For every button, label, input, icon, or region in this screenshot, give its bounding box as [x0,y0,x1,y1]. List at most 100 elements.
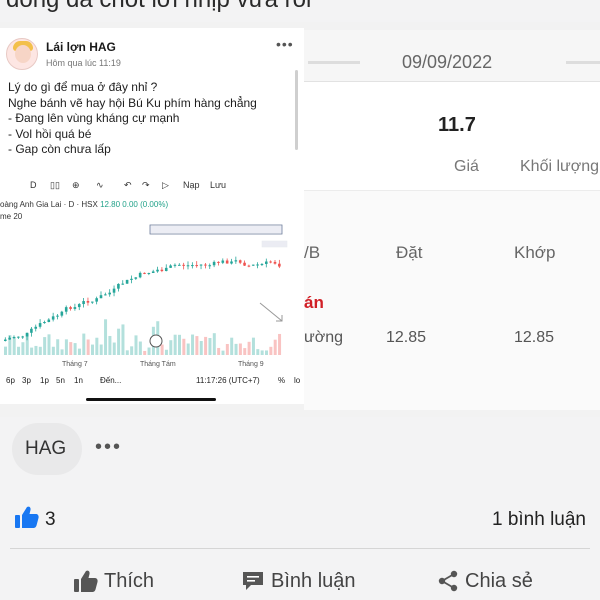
volume-bar [230,337,234,355]
date-bar: 09/09/2022 [304,30,600,82]
volume-bar [169,340,173,355]
volume-bar [247,341,251,355]
candle-body [173,264,177,266]
candle-body [212,261,216,266]
candle-body [204,264,207,266]
volume-bar [199,341,203,355]
volume-bar [112,342,116,355]
like-reaction-icon [15,506,39,528]
reset-zoom-icon [149,334,163,348]
percent-toggle: % [278,376,286,385]
like-button[interactable]: Thích [74,567,154,595]
candle-type-icon: ▯▯ [50,180,60,190]
post-body: Lý do gì để mua ở đây nhỉ ? Nghe bánh vẽ… [8,80,257,158]
volume-bar [160,344,164,355]
hashtag-pill[interactable]: HAG [12,423,82,475]
volume-bar [256,349,260,355]
order-table: /B Đặt Khớp án ường 12.85 12.85 [304,190,600,410]
drawing-icon: ∿ [96,180,104,190]
clock: 11:17:26 (UTC+7) [196,376,260,385]
volume-bar [108,335,112,355]
gap-box [261,240,288,248]
candle-body [260,263,264,265]
candle-body [77,304,81,308]
candle-body [38,323,42,327]
candle-body [99,295,103,299]
comment-count[interactable]: 1 bình luận [492,509,586,531]
candle-body [91,301,94,303]
symbol-name: oàng Anh Gia Lai · D · HSX [0,200,98,209]
volume-bar [164,349,168,355]
volume-bar [186,343,190,355]
candle-body [47,319,51,323]
volume-bar [34,345,38,355]
post-line: Lý do gì để mua ở đây nhỉ ? [8,80,158,94]
comment-button[interactable]: Bình luận [241,567,356,595]
candle-body [269,261,272,263]
avatar [6,38,38,70]
candle-body [234,260,238,262]
candle-body [4,339,7,341]
candle-body [125,279,129,284]
thumbs-up-icon [74,570,98,592]
candle-body [30,328,33,333]
range-3p: 3p [22,376,31,385]
post-time: Hôm qua lúc 11:19 [46,58,121,68]
candle-body [243,262,246,266]
candle-body [156,269,159,272]
chart-toolbar: D ▯▯ ⊕ ∿ ↶ ↷ ▷ Nạp Lưu [0,178,304,196]
candle-body [151,271,155,273]
avatar-face [15,45,31,63]
volume-bar [143,350,147,355]
candle-body [191,265,194,267]
volume-bar [195,336,199,355]
candle-body [56,315,59,317]
comment-icon [243,572,263,590]
volume-bar [251,337,255,355]
volume-bar [238,343,242,355]
more-tags-button[interactable]: ••• [95,436,122,459]
post-line: Nghe bánh vẽ hay hội Bú Ku phím hàng chẳ… [8,95,257,110]
caption-text: đồng đã chốt lời nhịp vừa rồi [6,0,311,14]
like-count[interactable]: 3 [45,509,56,531]
col-dat: Đặt [396,243,423,262]
col-khop: Khớp [514,243,556,262]
volume-bar [217,347,221,355]
row-label: ường [304,329,343,346]
load-button: Nạp [183,180,200,190]
post-line: - Gap còn chưa lấp [8,142,111,156]
volume-bar [91,344,94,355]
volume-bar [234,343,238,355]
volume-bar [208,338,212,355]
date-bar-divider-left [308,61,360,64]
candle-body [265,261,268,264]
volume-bar [173,334,177,355]
share-icon [438,570,458,592]
header-volume: Khối lượng [520,158,600,175]
volume-bar [178,334,181,355]
col-mb: /B [304,243,321,262]
candle-body [104,294,107,296]
hashtag-label: HAG [25,438,67,459]
volume-bar [212,333,216,355]
candles-group [4,256,281,342]
volume-bar [51,346,55,355]
candle-body [256,264,259,266]
volume-bar [30,347,34,355]
candle-body [273,261,277,264]
volume-bar [95,337,99,355]
candle-body [34,326,38,329]
candle-body [182,264,185,266]
volume-bar [182,338,186,355]
home-indicator [86,398,216,401]
candle-body [51,316,55,320]
candle-body [160,269,164,272]
resistance-box-fill [150,226,282,233]
trade-date: 09/09/2022 [402,52,493,72]
replay-icon: ▷ [162,180,169,190]
volume-bar [204,336,208,355]
candle-body [247,265,251,267]
candle-body [138,272,142,278]
trend-arrow [259,302,283,322]
share-button[interactable]: Chia sẻ [437,567,533,595]
